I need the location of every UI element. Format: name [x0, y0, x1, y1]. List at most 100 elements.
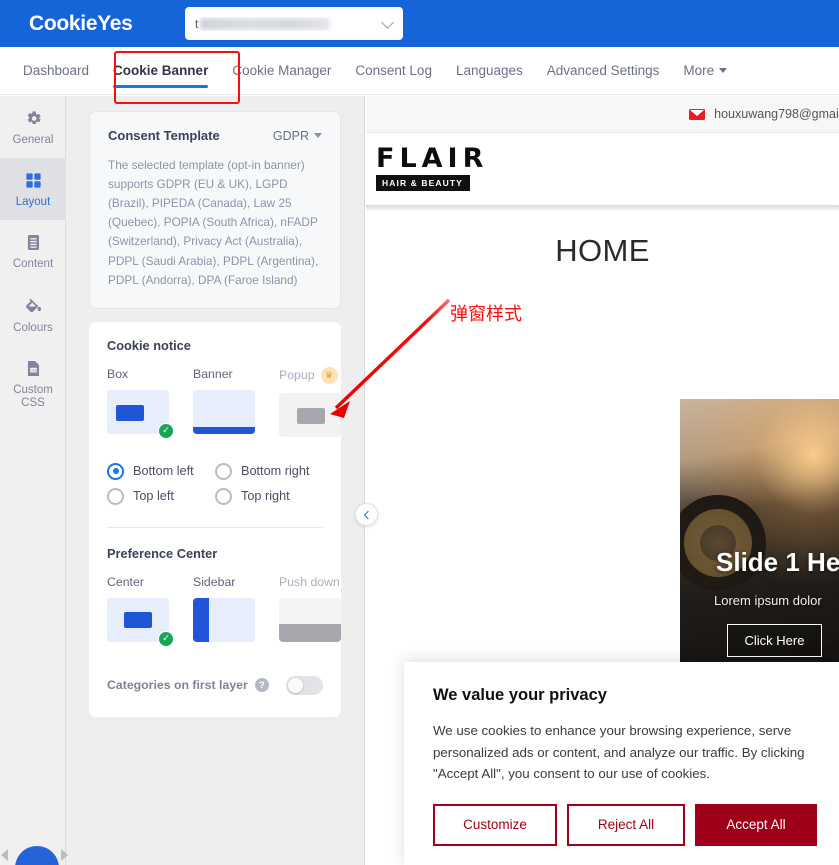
box-preview-shape [116, 404, 144, 421]
sidebar-item-general[interactable]: General [0, 96, 66, 158]
radio-bottom-right[interactable]: Bottom right [215, 462, 323, 480]
cookie-banner-title: We value your privacy [433, 686, 607, 704]
help-icon[interactable]: ? [254, 678, 269, 693]
pushdown-preview-shape [279, 623, 341, 642]
popup-preview-shape [297, 407, 325, 424]
categories-first-layer-toggle[interactable] [286, 675, 323, 695]
slide-subtitle: Lorem ipsum dolor [714, 593, 822, 608]
position-row-bottom: Bottom left Bottom right [107, 462, 323, 480]
carousel-prev-arrow-icon[interactable] [1, 849, 8, 861]
gdpr-value: GDPR [272, 128, 309, 143]
paint-bucket-icon [26, 298, 41, 312]
radio-indicator [107, 462, 124, 480]
pref-option-label: Center [107, 574, 144, 589]
cookie-banner-actions: Customize Reject All Accept All [433, 803, 817, 846]
radio-indicator [215, 487, 232, 505]
radio-indicator [107, 487, 124, 505]
popup-layout-thumbnail[interactable] [279, 392, 341, 437]
top-header-bar: CookieYes t [0, 0, 839, 47]
layout-option-banner[interactable]: Banner [193, 367, 255, 437]
selected-check-icon: ✓ [158, 422, 174, 439]
banner-layout-thumbnail[interactable] [193, 389, 255, 434]
gdpr-template-dropdown[interactable]: GDPR [273, 129, 322, 143]
radio-indicator [215, 462, 232, 480]
radio-label: Bottom left [133, 464, 194, 479]
pushdown-layout-thumbnail[interactable] [279, 597, 341, 642]
logo-tagline: HAIR & BEAUTY [376, 175, 470, 191]
preview-contact-email: houxuwang798@gmail. [689, 107, 839, 121]
site-selector-dropdown[interactable]: t [185, 7, 403, 40]
svg-text:CSS: CSS [30, 368, 38, 372]
reject-all-button[interactable]: Reject All [567, 803, 685, 846]
carousel-next-arrow-icon[interactable] [61, 849, 68, 861]
panel-collapse-button[interactable] [355, 503, 378, 526]
tab-consent-log[interactable]: Consent Log [355, 47, 432, 95]
pref-option-center[interactable]: Center ✓ [107, 574, 174, 647]
layout-option-label: Banner [193, 366, 233, 381]
slide-cta-button[interactable]: Click Here [727, 624, 822, 657]
tab-advanced-settings[interactable]: Advanced Settings [547, 47, 660, 95]
tab-cookie-manager[interactable]: Cookie Manager [232, 47, 331, 95]
sidebar-preview-shape [193, 597, 209, 642]
pref-option-label: Push down [279, 574, 340, 589]
sidebar-item-label: General [12, 134, 54, 146]
logo-wordmark: FLAIR [376, 143, 489, 174]
layout-option-box[interactable]: Box ✓ [107, 366, 174, 439]
pref-option-label: Sidebar [193, 574, 236, 589]
consent-template-description: The selected template (opt-in banner) su… [108, 158, 319, 287]
cookieyes-logo: CookieYes [29, 11, 133, 35]
caret-down-icon [719, 68, 728, 73]
consent-template-title: Consent Template [108, 128, 220, 143]
layout-settings-panel: Consent Template GDPR The selected templ… [66, 96, 365, 865]
sidebar-item-content[interactable]: Content [0, 220, 66, 282]
sidebar-item-custom-css[interactable]: CSS Custom CSS [0, 346, 66, 421]
sidebar-item-colours[interactable]: Colours [0, 283, 66, 346]
categories-first-layer-row: Categories on first layer ? [107, 675, 323, 695]
preference-center-layout-options: Center ✓ Sidebar Push down [107, 574, 341, 647]
layout-option-label: Popup ♛ [279, 366, 341, 384]
preview-top-strip: houxuwang798@gmail. [366, 96, 839, 133]
layout-option-popup[interactable]: Popup ♛ [279, 366, 341, 437]
consent-template-header: Consent Template GDPR [108, 128, 322, 143]
main-nav-tabs: Dashboard Cookie Banner Cookie Manager C… [0, 47, 839, 95]
pref-option-push-down[interactable]: Push down [279, 575, 341, 642]
radio-bottom-left[interactable]: Bottom left [107, 462, 215, 480]
redacted-site-name [200, 18, 331, 31]
site-selector-value: t [195, 17, 382, 31]
tab-more[interactable]: More [683, 47, 728, 95]
radio-top-left[interactable]: Top left [107, 487, 215, 505]
tab-dashboard[interactable]: Dashboard [23, 47, 89, 95]
sidebar-layout-thumbnail[interactable] [193, 597, 255, 642]
tab-cookie-banner[interactable]: Cookie Banner [113, 47, 209, 95]
css-file-icon: CSS [27, 360, 39, 376]
preference-center-title: Preference Center [107, 545, 218, 561]
radio-top-right[interactable]: Top right [215, 487, 323, 505]
cookie-notice-layout-options: Box ✓ Banner Popup ♛ [107, 366, 341, 439]
consent-template-card: Consent Template GDPR The selected templ… [89, 111, 341, 309]
layout-option-label: Box [107, 366, 129, 381]
cookie-notice-card: Cookie notice Box ✓ Banner Popup ♛ Botto… [89, 321, 341, 717]
pref-option-sidebar[interactable]: Sidebar [193, 575, 255, 642]
chevron-left-icon [363, 510, 372, 519]
cookie-banner-body: We use cookies to enhance your browsing … [433, 723, 805, 782]
cookie-notice-title: Cookie notice [107, 337, 191, 353]
document-icon [27, 235, 39, 251]
radio-label: Top right [241, 489, 290, 504]
customize-button[interactable]: Customize [433, 803, 557, 846]
tab-languages[interactable]: Languages [456, 47, 523, 95]
sidebar-item-label: Colours [13, 321, 53, 334]
banner-preview-shape [193, 426, 255, 434]
radio-label: Bottom right [241, 464, 310, 479]
sidebar-item-layout[interactable]: Layout [0, 158, 66, 221]
toggle-knob [288, 677, 303, 693]
annotation-label: 弹窗样式 [450, 304, 522, 325]
center-preview-shape [124, 611, 152, 628]
cookieyes-app: CookieYes t Dashboard Cookie Banner Cook… [0, 0, 839, 865]
crown-icon: ♛ [320, 366, 338, 384]
gear-icon [27, 111, 41, 125]
selected-check-icon: ✓ [158, 630, 174, 647]
accept-all-button[interactable]: Accept All [695, 803, 817, 846]
categories-toggle-label: Categories on first layer ? [107, 678, 269, 693]
slide-title: Slide 1 He [716, 547, 839, 577]
sidebar-item-label: Content [12, 258, 54, 271]
